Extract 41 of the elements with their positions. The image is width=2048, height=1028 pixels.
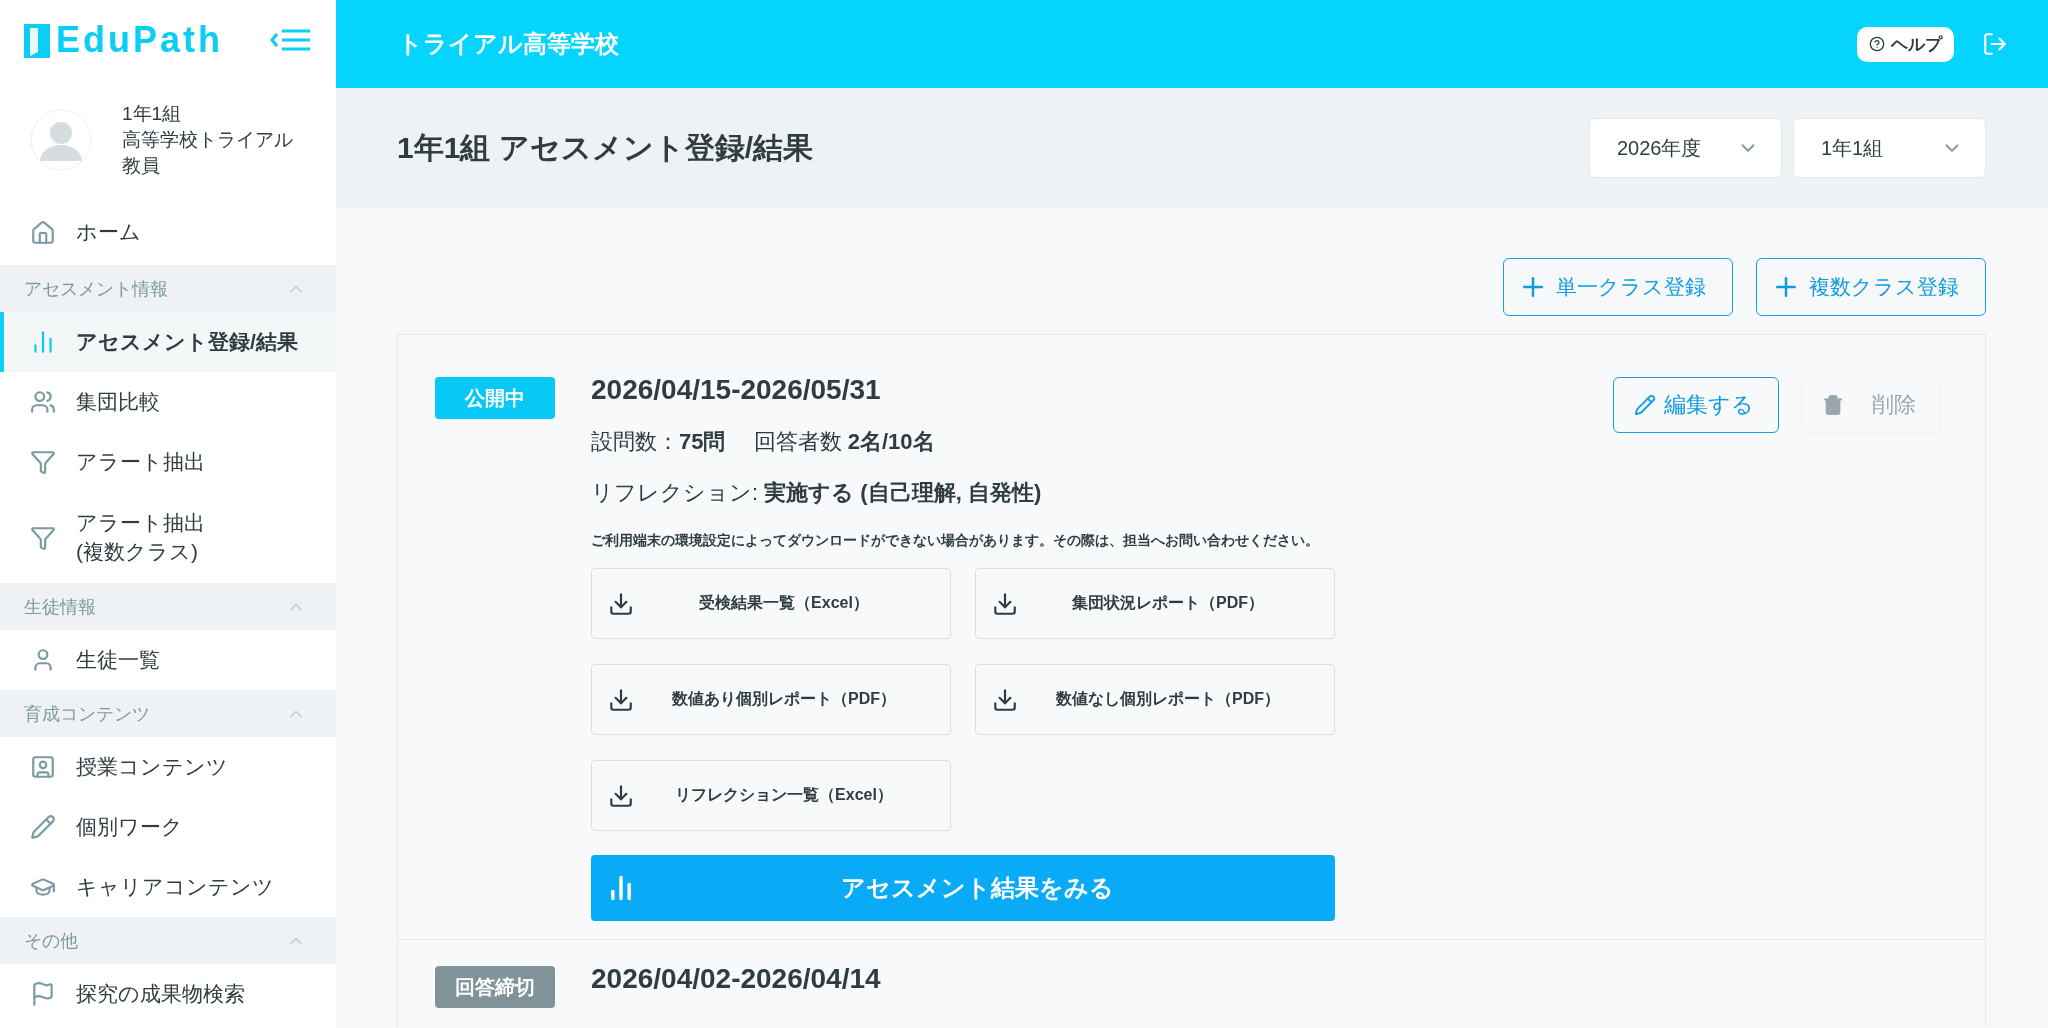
- download-icon: [608, 782, 634, 809]
- nav-icon: [30, 814, 56, 840]
- dropdown[interactable]: 2026年度: [1589, 118, 1782, 178]
- period: 2026/04/02-2026/04/14: [591, 963, 882, 995]
- download-icon: [992, 686, 1018, 713]
- period: 2026/04/15-2026/05/31: [591, 374, 882, 406]
- download-button[interactable]: 受検結果一覧（Excel）: [591, 568, 951, 639]
- reflection-info: リフレクション: 実施する (自己理解, 自発性): [591, 479, 1043, 507]
- nav-icon: [30, 524, 56, 551]
- logo: EduPath: [24, 19, 223, 61]
- nav-icon: [30, 389, 56, 415]
- user-class: 1年1組: [122, 104, 183, 125]
- dropdown[interactable]: 1年1組: [1793, 118, 1986, 178]
- help-icon: [1869, 36, 1885, 52]
- download-button[interactable]: 数値あり個別レポート（PDF）: [591, 664, 951, 735]
- question-count: 設問数：75問 回答者数 2名/10名: [591, 428, 936, 456]
- download-icon: [608, 590, 634, 617]
- download-button[interactable]: 集団状況レポート（PDF）: [975, 568, 1335, 639]
- school-name: トライアル高等学校: [398, 29, 619, 59]
- nav-icon: [30, 981, 56, 1007]
- logout-icon[interactable]: [1982, 31, 2008, 57]
- menu-collapse-icon[interactable]: [270, 28, 312, 52]
- nav-icon: [30, 754, 56, 780]
- nav-icon: [30, 219, 56, 246]
- download-button[interactable]: リフレクション一覧（Excel）: [591, 760, 951, 831]
- download-button[interactable]: 数値なし個別レポート（PDF）: [975, 664, 1335, 735]
- help-button[interactable]: ヘルプ: [1857, 26, 1954, 62]
- download-icon: [992, 590, 1018, 617]
- download-icon: [608, 686, 634, 713]
- pencil-icon: [1634, 394, 1656, 416]
- status-badge: 公開中: [435, 377, 555, 419]
- page-title: 1年1組 アセスメント登録/結果: [397, 129, 814, 166]
- download-note: ご利用端末の環境設定によってダウンロードができない場合があります。その際は、担当へお問い合わせください。: [591, 532, 1320, 550]
- avatar: [30, 109, 92, 171]
- status-badge: 回答締切: [435, 966, 555, 1008]
- nav-item[interactable]: アセスメント登録/結果: [0, 312, 336, 372]
- nav-icon: [30, 449, 56, 475]
- user-role: 教員: [122, 155, 161, 176]
- user-school: 高等学校トライアル: [122, 130, 293, 150]
- trash-icon: [1822, 394, 1844, 416]
- logo-icon: [24, 22, 50, 58]
